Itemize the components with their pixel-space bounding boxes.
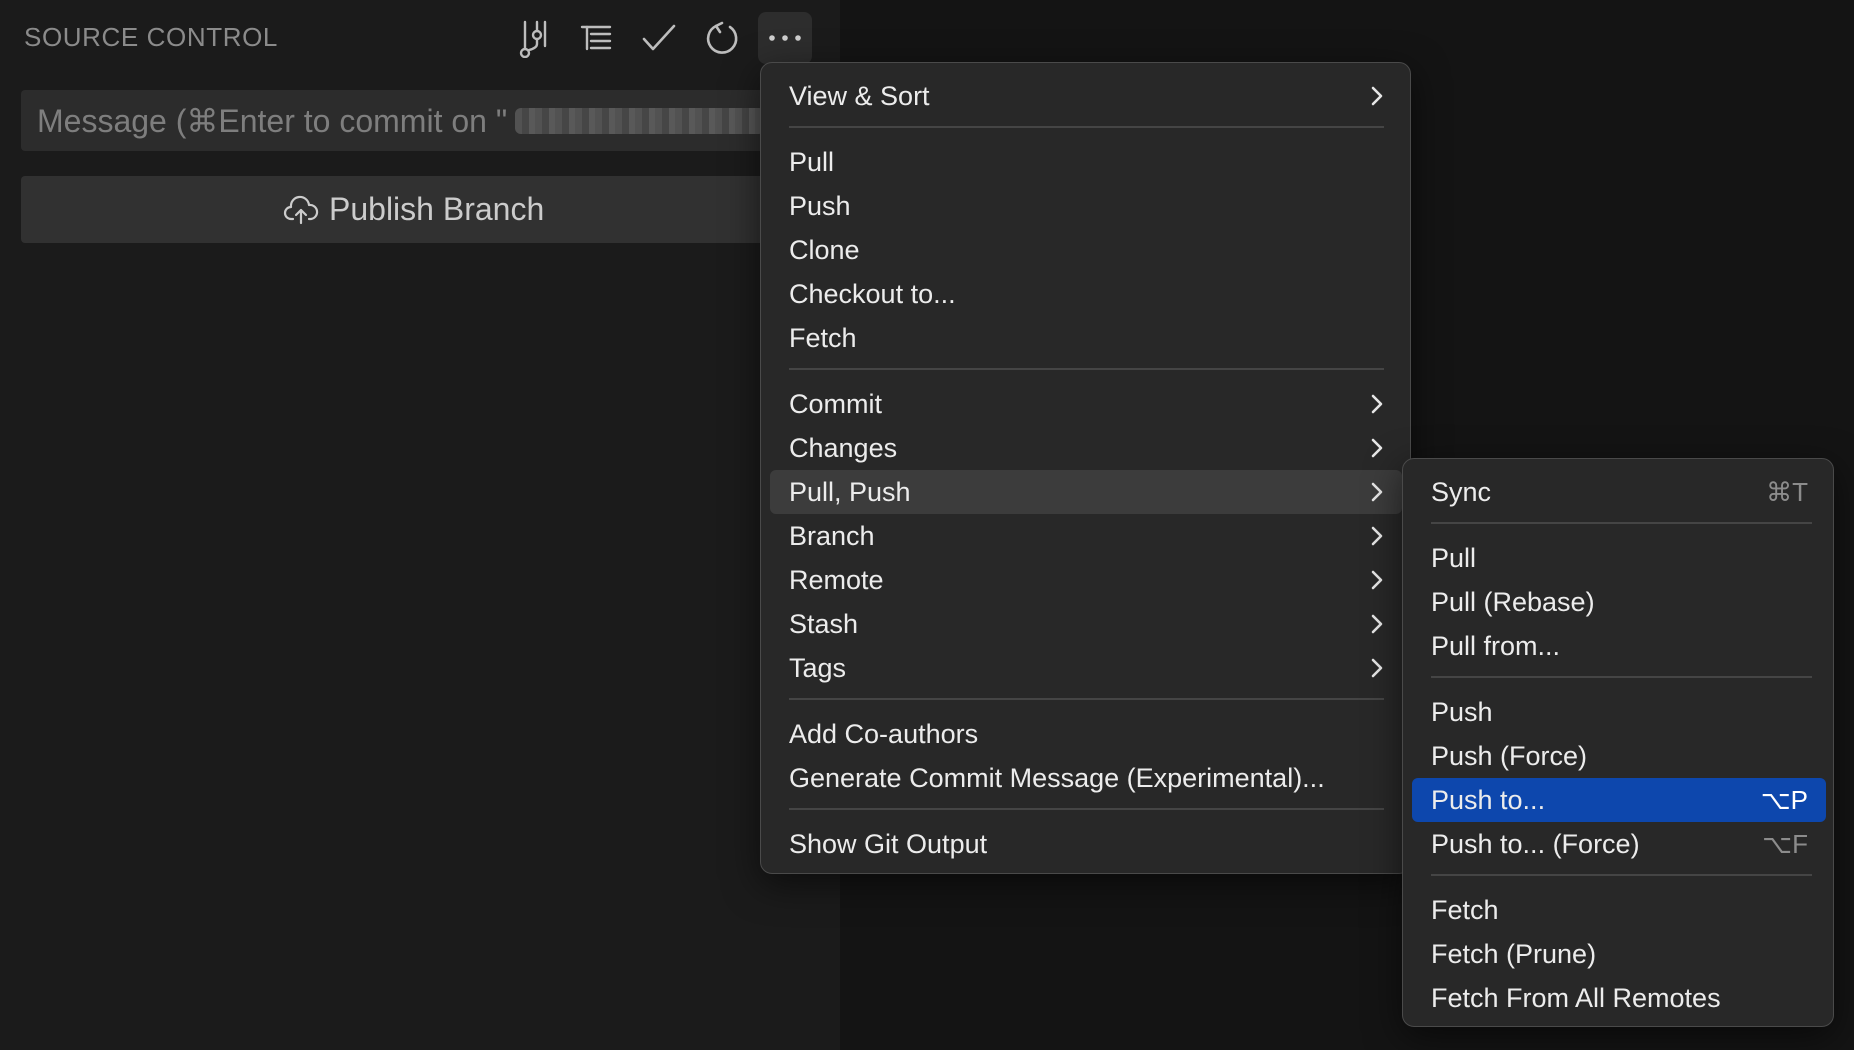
menu-item-add-co-authors[interactable]: Add Co-authors — [770, 712, 1402, 756]
menu-separator — [789, 126, 1384, 128]
menu-item-label: Fetch From All Remotes — [1431, 982, 1721, 1013]
menu-item-pull[interactable]: Pull — [770, 140, 1402, 184]
publish-branch-button[interactable]: Publish Branch — [21, 176, 781, 243]
submenu-item-push-to-force[interactable]: Push to... (Force) ⌥F — [1412, 822, 1826, 866]
submenu-item-fetch-prune[interactable]: Fetch (Prune) — [1412, 932, 1826, 976]
menu-separator — [1431, 522, 1812, 524]
menu-item-checkout-to[interactable]: Checkout to... — [770, 272, 1402, 316]
submenu-item-sync[interactable]: Sync ⌘T — [1412, 470, 1826, 514]
submenu-item-fetch-all-remotes[interactable]: Fetch From All Remotes — [1412, 976, 1826, 1020]
submenu-item-fetch[interactable]: Fetch — [1412, 888, 1826, 932]
menu-item-label: Show Git Output — [789, 828, 988, 859]
menu-separator — [789, 698, 1384, 700]
menu-item-label: Fetch — [1431, 894, 1499, 925]
menu-item-pull-push[interactable]: Pull, Push — [770, 470, 1402, 514]
redacted-branch-name — [515, 107, 765, 134]
submenu-item-push-to[interactable]: Push to... ⌥P — [1412, 778, 1826, 822]
chevron-right-icon — [1370, 613, 1384, 635]
menu-item-stash[interactable]: Stash — [770, 602, 1402, 646]
menu-item-label: Push — [1431, 696, 1493, 727]
menu-item-label: View & Sort — [789, 80, 930, 111]
pull-push-submenu: Sync ⌘T Pull Pull (Rebase) Pull from... … — [1402, 458, 1834, 1027]
menu-item-label: Branch — [789, 520, 875, 551]
menu-item-label: Pull — [1431, 542, 1477, 573]
menu-separator — [1431, 874, 1812, 876]
menu-item-label: Generate Commit Message (Experimental)..… — [789, 762, 1325, 793]
menu-item-label: Commit — [789, 388, 882, 419]
submenu-item-pull[interactable]: Pull — [1412, 536, 1826, 580]
submenu-item-push[interactable]: Push — [1412, 690, 1826, 734]
menu-item-remote[interactable]: Remote — [770, 558, 1402, 602]
menu-item-label: Stash — [789, 608, 859, 639]
menu-item-view-sort[interactable]: View & Sort — [770, 74, 1402, 118]
menu-item-label: Push to... — [1431, 784, 1546, 815]
menu-item-fetch[interactable]: Fetch — [770, 316, 1402, 360]
source-control-sidebar: SOURCE CONTROL Message (⌘Enter to commit… — [0, 0, 840, 1050]
menu-item-generate-commit-message[interactable]: Generate Commit Message (Experimental)..… — [770, 756, 1402, 800]
menu-item-label: Push to... (Force) — [1431, 828, 1640, 859]
sidebar-title: SOURCE CONTROL — [24, 22, 278, 52]
menu-item-label: Fetch (Prune) — [1431, 938, 1597, 969]
more-actions-menu: View & Sort Pull Push Clone Checkout to.… — [760, 62, 1411, 874]
menu-item-label: Clone — [789, 234, 860, 265]
menu-separator — [789, 368, 1384, 370]
menu-item-label: Pull (Rebase) — [1431, 586, 1595, 617]
menu-separator — [1431, 676, 1812, 678]
menu-item-label: Sync — [1431, 476, 1492, 507]
shortcut-label: ⌥P — [1760, 784, 1808, 815]
chevron-right-icon — [1370, 85, 1384, 107]
menu-item-label: Checkout to... — [789, 278, 956, 309]
menu-item-label: Fetch — [789, 322, 857, 353]
chevron-right-icon — [1370, 393, 1384, 415]
menu-item-label: Add Co-authors — [789, 718, 979, 749]
menu-item-clone[interactable]: Clone — [770, 228, 1402, 272]
menu-item-label: Pull, Push — [789, 476, 911, 507]
menu-item-label: Push (Force) — [1431, 740, 1588, 771]
publish-branch-label: Publish Branch — [329, 191, 545, 227]
menu-item-label: Pull from... — [1431, 630, 1561, 661]
submenu-item-pull-rebase[interactable]: Pull (Rebase) — [1412, 580, 1826, 624]
cloud-upload-icon — [283, 195, 319, 224]
menu-item-tags[interactable]: Tags — [770, 646, 1402, 690]
menu-item-push[interactable]: Push — [770, 184, 1402, 228]
menu-item-label: Tags — [789, 652, 847, 683]
menu-item-commit[interactable]: Commit — [770, 382, 1402, 426]
menu-item-branch[interactable]: Branch — [770, 514, 1402, 558]
menu-item-changes[interactable]: Changes — [770, 426, 1402, 470]
menu-separator — [789, 808, 1384, 810]
menu-item-label: Push — [789, 190, 851, 221]
commit-message-input[interactable]: Message (⌘Enter to commit on " — [21, 90, 781, 151]
checkmark-icon[interactable] — [632, 12, 686, 64]
submenu-item-push-force[interactable]: Push (Force) — [1412, 734, 1826, 778]
chevron-right-icon — [1370, 569, 1384, 591]
refresh-icon[interactable] — [695, 12, 749, 64]
chevron-right-icon — [1370, 525, 1384, 547]
commit-message-placeholder: Message (⌘Enter to commit on " — [37, 102, 508, 139]
shortcut-label: ⌘T — [1766, 476, 1808, 507]
menu-item-label: Changes — [789, 432, 898, 463]
graph-icon[interactable] — [506, 12, 560, 64]
menu-item-label: Remote — [789, 564, 884, 595]
more-actions-icon[interactable] — [758, 12, 812, 64]
chevron-right-icon — [1370, 437, 1384, 459]
chevron-right-icon — [1370, 481, 1384, 503]
shortcut-label: ⌥F — [1762, 828, 1808, 859]
submenu-item-pull-from[interactable]: Pull from... — [1412, 624, 1826, 668]
tree-view-icon[interactable] — [569, 12, 623, 64]
menu-item-label: Pull — [789, 146, 835, 177]
menu-item-show-git-output[interactable]: Show Git Output — [770, 822, 1402, 866]
chevron-right-icon — [1370, 657, 1384, 679]
